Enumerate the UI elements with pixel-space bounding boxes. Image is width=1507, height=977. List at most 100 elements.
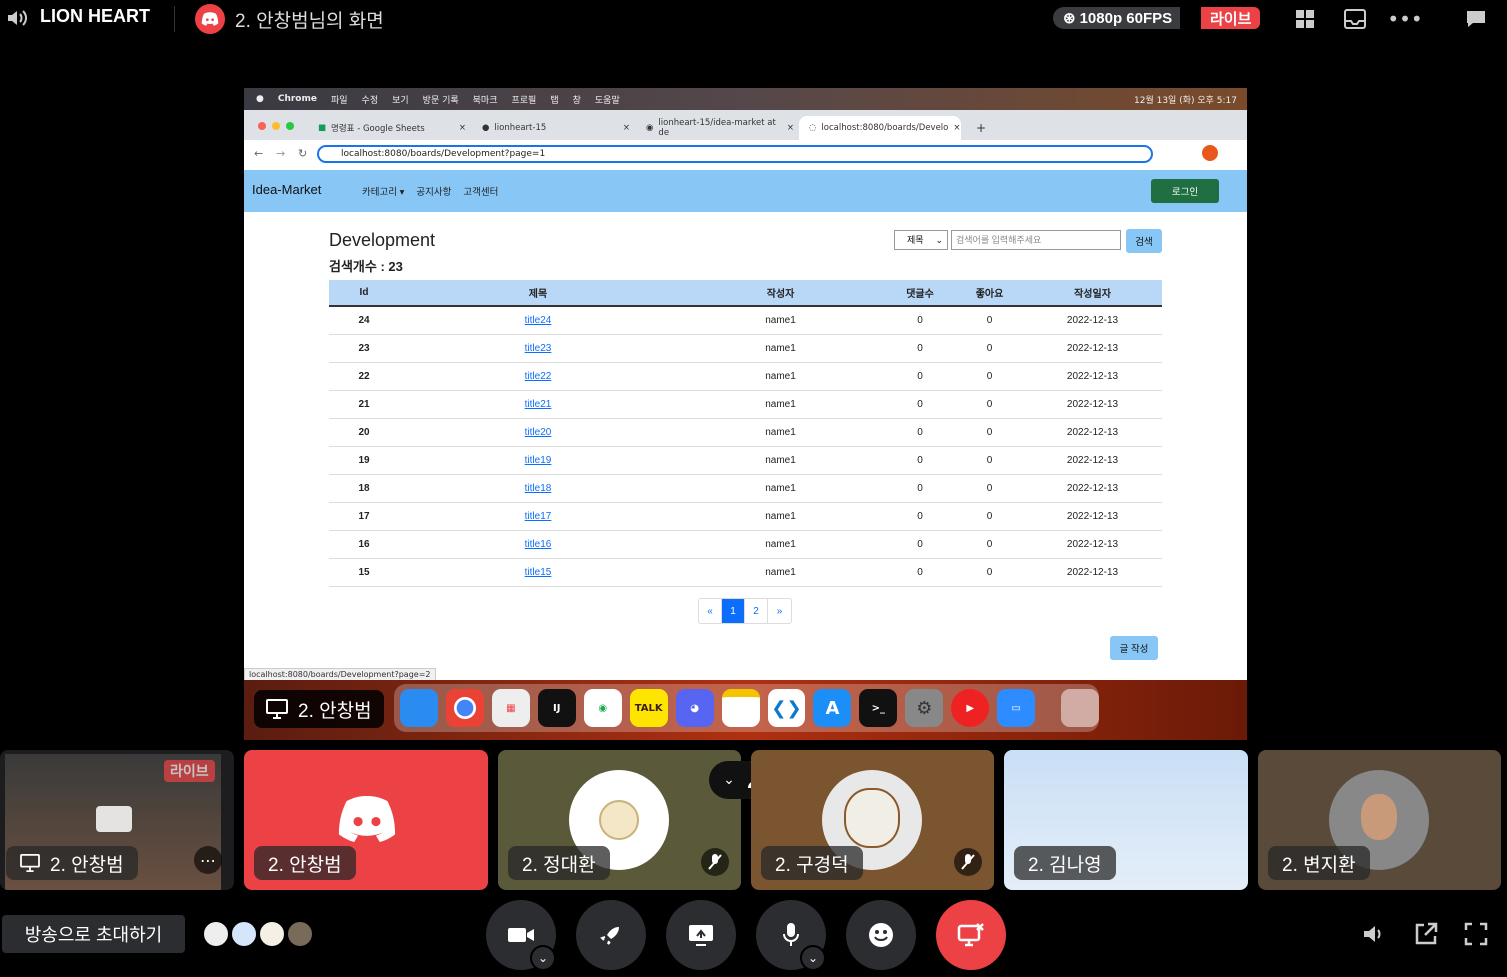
search-button[interactable]: 검색 — [1126, 229, 1162, 253]
table-cell: title15 — [399, 558, 677, 587]
close-icon[interactable]: × — [787, 123, 794, 133]
appstore-icon[interactable]: A — [813, 689, 852, 727]
chevron-down-icon: ⌄ — [807, 951, 819, 965]
table-cell: title24 — [399, 306, 677, 335]
participant-tile[interactable]: 2. 정대환 — [498, 750, 741, 890]
table-cell: 23 — [329, 334, 399, 363]
table-cell: 0 — [956, 306, 1023, 335]
notes-icon[interactable] — [721, 689, 760, 727]
table-cell: title17 — [399, 502, 677, 531]
mic-options[interactable]: ⌄ — [800, 945, 826, 971]
participant-tile-stream[interactable]: 라이브 2. 안창범 ⋯ — [0, 750, 234, 890]
page-1[interactable]: 1 — [722, 599, 745, 623]
leave-call-button[interactable] — [936, 900, 1006, 970]
grid-icon[interactable] — [1293, 7, 1317, 31]
chrome-window: ■ 명령표 - Google Sheets × ● lionheart-15 × ◉ li… — [244, 110, 1247, 170]
close-icon[interactable]: × — [953, 123, 960, 133]
participant-tile[interactable]: 2. 안창범 — [244, 750, 488, 890]
page-prev[interactable]: « — [699, 599, 722, 623]
participant-tile[interactable]: 2. 구경덕 — [751, 750, 994, 890]
fullscreen-icon[interactable] — [1462, 920, 1490, 948]
post-title-link[interactable]: title23 — [525, 343, 552, 354]
table-row: 17 title17 name1 0 0 2022-12-13 — [329, 502, 1162, 531]
chrome-tab[interactable]: ◉ lionheart-15/idea-market at de × — [636, 116, 798, 140]
close-icon[interactable]: × — [459, 123, 466, 133]
write-button[interactable]: 글 작성 — [1110, 636, 1158, 660]
launchpad-icon[interactable]: ▦ — [491, 689, 530, 727]
chrome-tab[interactable]: ■ 명령표 - Google Sheets × — [308, 116, 470, 140]
page-next[interactable]: » — [768, 599, 791, 623]
zoom-dot[interactable] — [286, 122, 294, 130]
chrome-tab-active[interactable]: ◌ localhost:8080/boards/Develo × — [799, 116, 961, 140]
volume-icon[interactable] — [1360, 920, 1388, 948]
window-controls[interactable] — [258, 122, 294, 130]
settings-icon[interactable]: ⚙ — [905, 689, 944, 727]
search-select-value: 제목 — [907, 235, 924, 245]
rocket-icon — [600, 927, 619, 945]
reload-icon[interactable]: ↻ — [298, 147, 307, 160]
share-label-text: 2. 안창범 — [298, 700, 372, 722]
stream-quality[interactable]: ⊛ 1080p 60FPS — [1053, 7, 1181, 29]
page-2[interactable]: 2 — [745, 599, 768, 623]
more-icon[interactable]: ⋯ — [194, 846, 222, 874]
post-title-link[interactable]: title19 — [525, 455, 552, 466]
nav-support[interactable]: 고객센터 — [463, 184, 498, 198]
nav-notice[interactable]: 공지사항 — [416, 184, 451, 198]
table-row: 24 title24 name1 0 0 2022-12-13 — [329, 306, 1162, 335]
close-dot[interactable] — [258, 122, 266, 130]
table-cell: 0 — [884, 362, 956, 391]
emoji-button[interactable] — [846, 900, 916, 970]
post-title-link[interactable]: title15 — [525, 567, 552, 578]
terminal-icon[interactable]: >_ — [859, 689, 898, 727]
column-header: Id — [329, 280, 399, 307]
post-title-link[interactable]: title24 — [525, 315, 552, 326]
discord-app-icon[interactable]: ◕ — [675, 689, 714, 727]
post-title-link[interactable]: title20 — [525, 427, 552, 438]
chrome-icon[interactable] — [445, 689, 484, 727]
nav-category[interactable]: 카테고리 ▾ — [362, 184, 404, 198]
post-title-link[interactable]: title21 — [525, 399, 552, 410]
intellij-icon[interactable]: IJ — [537, 689, 576, 727]
popout-icon[interactable] — [1412, 920, 1440, 948]
post-title-link[interactable]: title18 — [525, 483, 552, 494]
participant-tile[interactable]: 2. 김나영 — [1004, 750, 1248, 890]
site-brand[interactable]: Idea-Market — [252, 182, 321, 197]
profile-avatar[interactable] — [1202, 145, 1218, 161]
login-button[interactable]: 로그인 — [1151, 179, 1219, 203]
minimize-dot[interactable] — [272, 122, 280, 130]
monitor-icon — [266, 699, 288, 719]
search-select[interactable]: 제목 ⌄ — [894, 230, 948, 250]
post-title-link[interactable]: title22 — [525, 371, 552, 382]
screen-share[interactable]: ● Chrome 파일 수정 보기 방문 기록 북마크 프로필 탭 창 도움말 … — [244, 88, 1247, 740]
invite-button[interactable]: 방송으로 초대하기 — [2, 915, 185, 953]
table-cell: 19 — [329, 446, 399, 475]
youtube-music-icon[interactable]: ▶ — [951, 689, 990, 727]
back-icon[interactable]: ← — [254, 147, 263, 160]
chrome-tab[interactable]: ● lionheart-15 × — [472, 116, 634, 140]
vscode-icon[interactable]: ❮❯ — [767, 689, 806, 727]
participant-tile[interactable]: 2. 변지환 — [1258, 750, 1501, 890]
chat-icon[interactable] — [1464, 7, 1488, 31]
table-cell: 0 — [884, 530, 956, 559]
finder-icon[interactable] — [400, 689, 438, 727]
activity-button[interactable] — [576, 900, 646, 970]
zoom-icon[interactable]: ▭ — [997, 689, 1036, 727]
address-bar[interactable]: localhost:8080/boards/Development?page=1 — [317, 145, 1153, 163]
search-input[interactable]: 검색어를 입력해주세요 — [951, 230, 1121, 250]
post-title-link[interactable]: title17 — [525, 511, 552, 522]
kakaotalk-icon[interactable]: TALK — [629, 689, 668, 727]
table-row: 19 title19 name1 0 0 2022-12-13 — [329, 446, 1162, 475]
mac-menu-item: 파일 — [330, 95, 348, 106]
share-screen-button[interactable] — [666, 900, 736, 970]
forward-icon[interactable]: → — [276, 147, 285, 160]
more-icon[interactable]: ••• — [1387, 7, 1422, 31]
trash-icon[interactable] — [1061, 689, 1100, 727]
mac-menu-item: 수정 — [361, 95, 379, 106]
camera-options[interactable]: ⌄ — [530, 945, 556, 971]
chevron-down-icon: ⌄ — [537, 951, 549, 965]
line-icon[interactable]: ◉ — [583, 689, 622, 727]
close-icon[interactable]: × — [623, 123, 630, 133]
new-tab-button[interactable]: + — [966, 116, 986, 140]
post-title-link[interactable]: title16 — [525, 539, 552, 550]
inbox-icon[interactable] — [1343, 7, 1367, 31]
